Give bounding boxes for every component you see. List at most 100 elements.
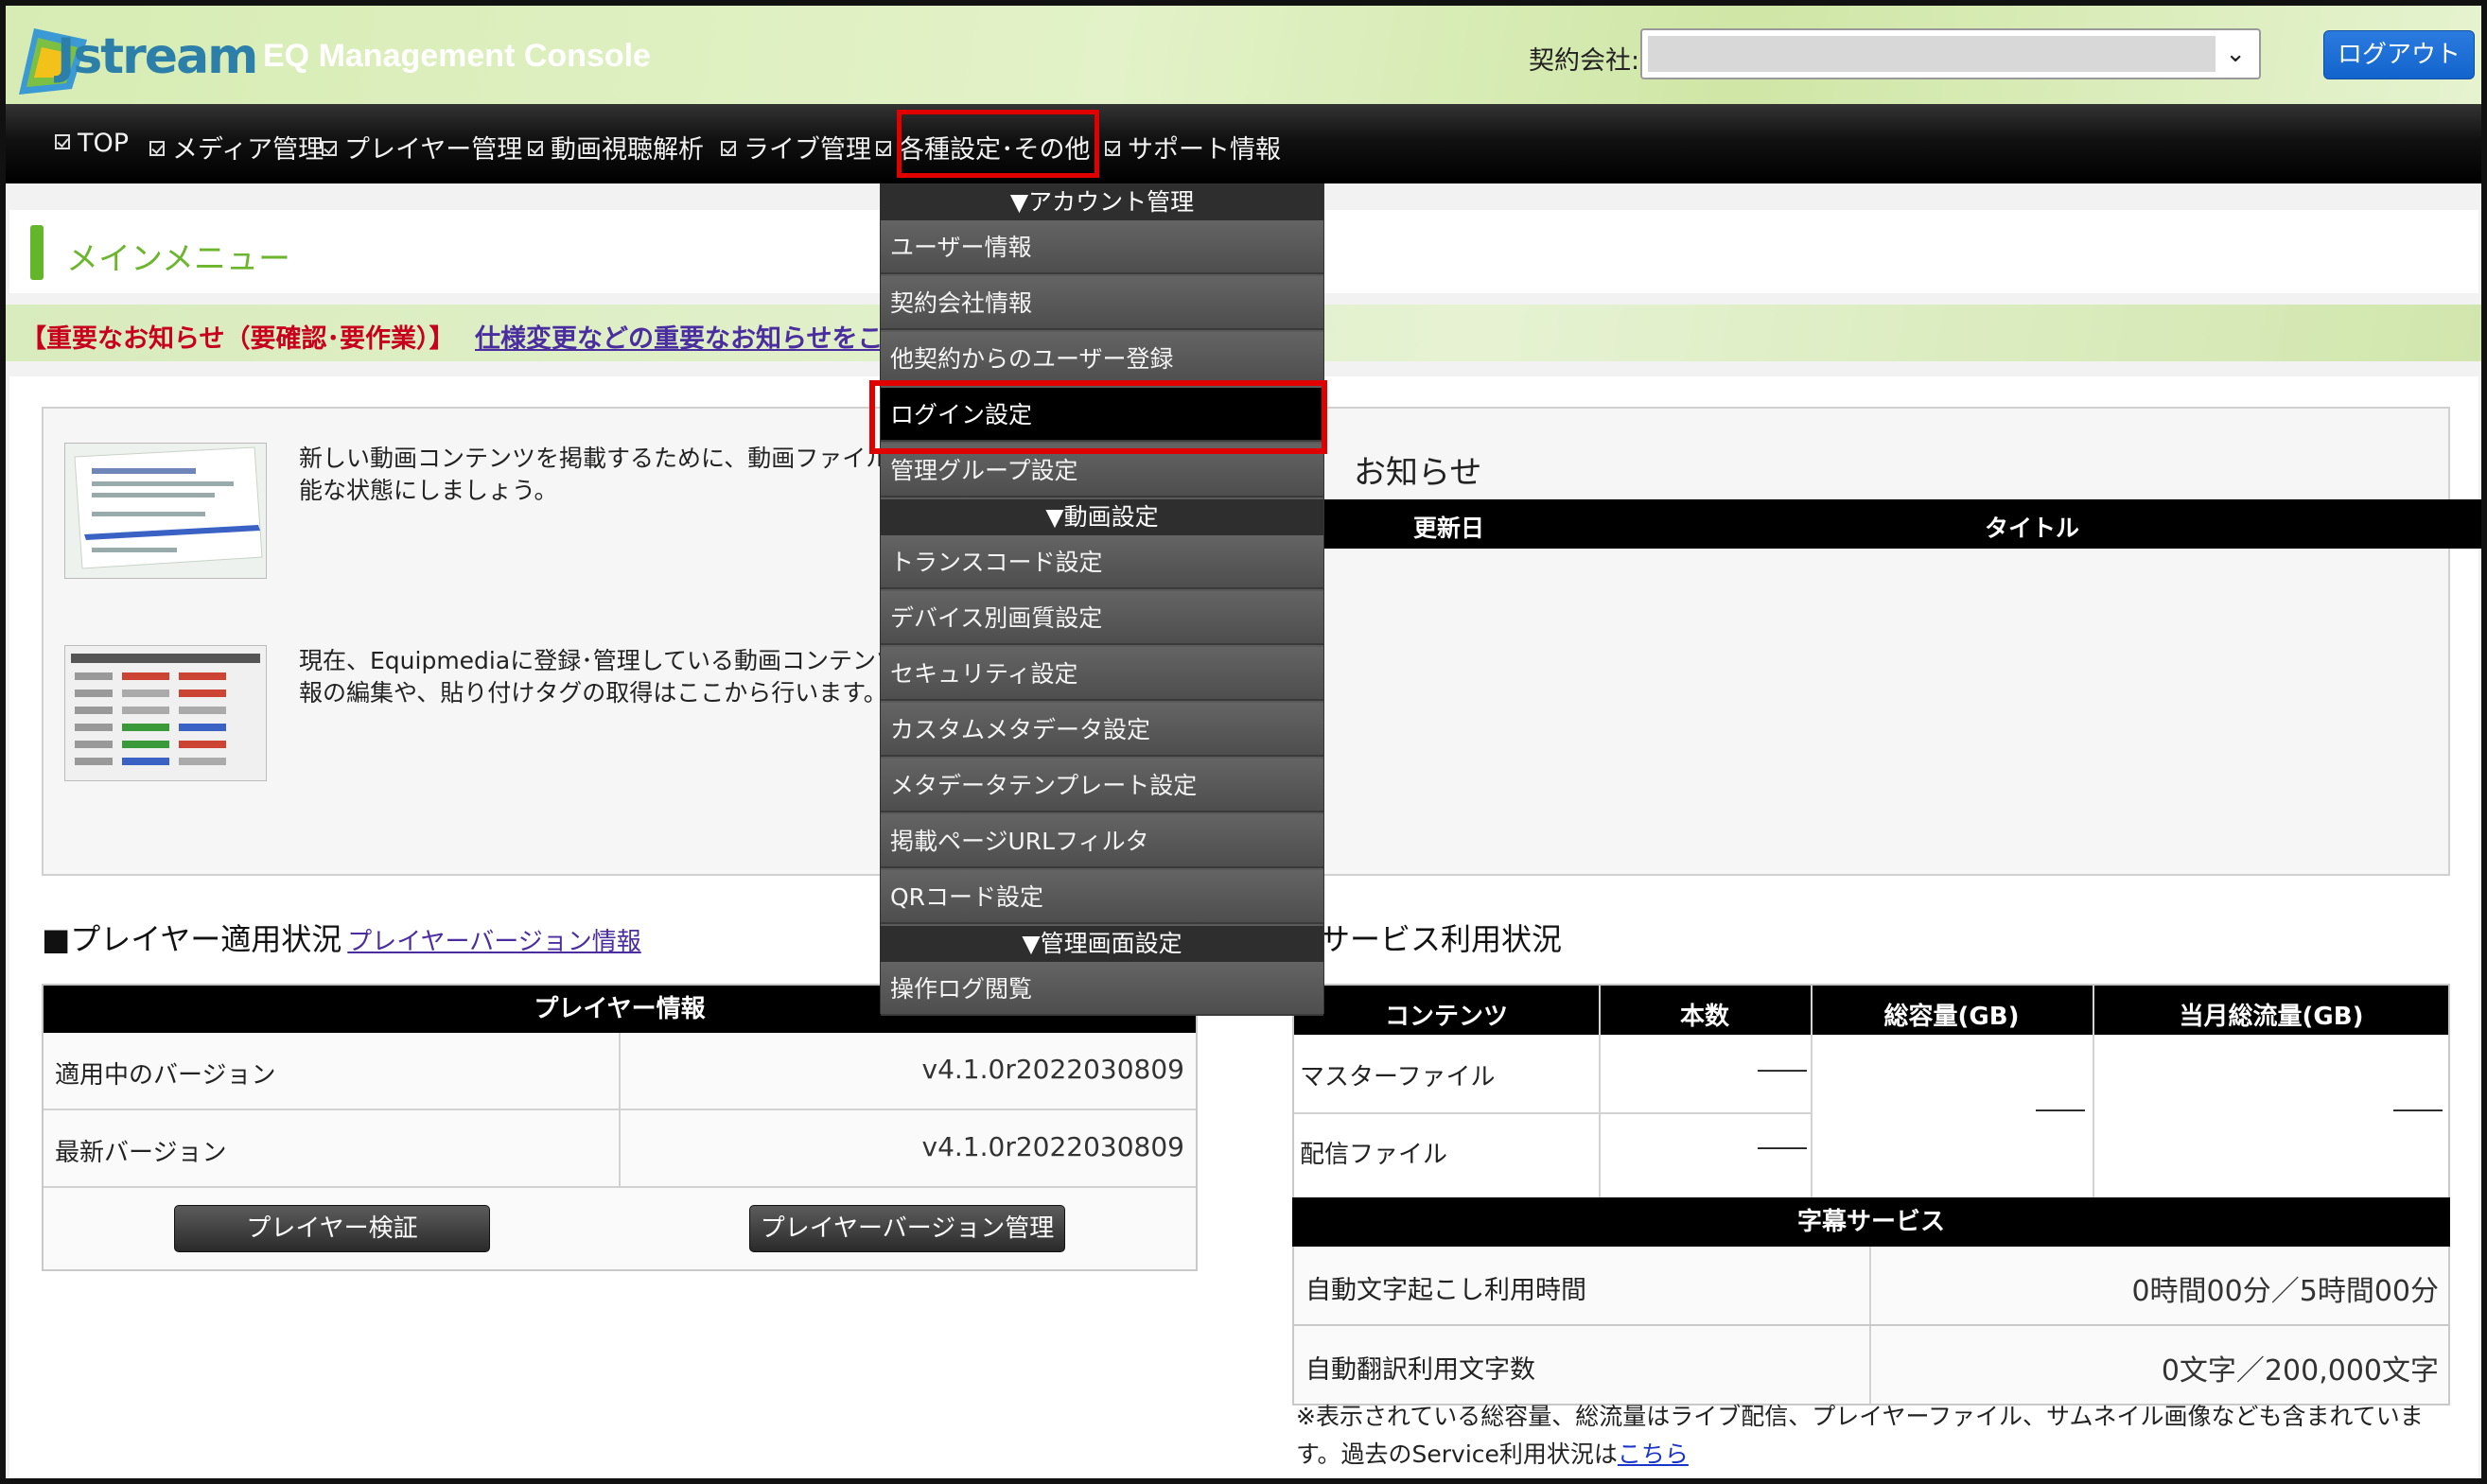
subtitle-service-header: 字幕サービス — [1292, 1197, 2450, 1247]
menu-item-external-user-registration[interactable]: 他契約からのユーザー登録 — [881, 332, 1323, 386]
nav-item-label: 各種設定･その他 — [899, 135, 1091, 165]
column-divider — [619, 1110, 621, 1186]
nav-item-analytics[interactable]: 動画視聴解析 — [528, 129, 704, 166]
menu-item-operation-log[interactable]: 操作ログ閲覧 — [881, 962, 1323, 1016]
main-nav: TOP メディア管理 プレイヤー管理 動画視聴解析 ライブ管理 各種設定･その他… — [6, 104, 2481, 183]
upload-thumbnail[interactable] — [64, 443, 267, 579]
total-capacity-value: ―― — [2036, 1095, 2085, 1124]
menu-item-device-quality-settings[interactable]: デバイス別画質設定 — [881, 591, 1323, 645]
delivery-file-label: 配信ファイル — [1300, 1141, 1448, 1169]
menu-item-metadata-template-settings[interactable]: メタデータテンプレート設定 — [881, 759, 1323, 812]
player-version-manage-button[interactable]: プレイヤーバージョン管理 — [749, 1205, 1065, 1252]
nav-item-media[interactable]: メディア管理 — [149, 129, 324, 166]
table-row: 自動翻訳利用文字数 0文字／200,000文字 — [1292, 1326, 2450, 1405]
history-link[interactable]: こちら — [1618, 1440, 1689, 1468]
table-row: 適用中のバージョン v4.1.0r2022030809 — [44, 1033, 1196, 1110]
menu-item-user-info[interactable]: ユーザー情報 — [881, 220, 1323, 274]
upload-screen-icon — [65, 444, 266, 578]
row-label: 最新バージョン — [55, 1139, 227, 1167]
manage-thumbnail[interactable] — [64, 645, 267, 781]
footnote-line2-text: す。過去のService利用状況は — [1296, 1440, 1618, 1468]
jstream-logo[interactable]: Jstream — [13, 15, 258, 100]
row-value: v4.1.0r2022030809 — [921, 1131, 1184, 1162]
checkbox-icon — [1105, 141, 1120, 156]
menu-item-security-settings[interactable]: セキュリティ設定 — [881, 647, 1323, 701]
header: Jstream EQ Management Console 契約会社: ⌄ ログ… — [6, 6, 2481, 104]
dropdown-section-video: ▼動画設定 — [881, 499, 1323, 535]
contract-label: 契約会社: — [1529, 46, 1640, 76]
monthly-traffic-value: ―― — [2393, 1095, 2443, 1124]
table-row: 自動文字起こし利用時間 0時間00分／5時間00分 — [1292, 1247, 2450, 1326]
settings-dropdown-menu: ▼アカウント管理 ユーザー情報 契約会社情報 他契約からのユーザー登録 ログイン… — [880, 183, 1324, 1016]
chevron-down-icon: ⌄ — [2225, 40, 2246, 68]
master-file-label: マスターファイル — [1300, 1063, 1496, 1091]
nav-item-label: ライブ管理 — [744, 135, 871, 165]
nav-item-label: メディア管理 — [172, 135, 324, 165]
important-notice-label: 【重要なお知らせ（要確認･要作業）】 — [21, 324, 455, 354]
checkbox-icon — [149, 141, 165, 156]
menu-item-qr-code-settings[interactable]: QRコード設定 — [881, 870, 1323, 924]
nav-item-player[interactable]: プレイヤー管理 — [322, 129, 522, 166]
news-col-date: 更新日 — [1413, 515, 1485, 542]
service-table-header: コンテンツ 本数 総容量(GB) 当月総流量(GB) — [1294, 986, 2448, 1035]
important-notice-link[interactable]: 仕様変更などの重要なお知らせをこ — [475, 318, 883, 355]
delivery-file-count: ―― — [1758, 1133, 1807, 1161]
dropdown-section-admin: ▼管理画面設定 — [881, 926, 1323, 962]
upload-description-line1: 新しい動画コンテンツを掲載するために、動画ファイルを — [299, 445, 914, 472]
service-col-count: 本数 — [1679, 1003, 1729, 1031]
service-col-traffic: 当月総流量(GB) — [2179, 1003, 2364, 1031]
service-section-title: サービス利用状況 — [1320, 921, 1563, 957]
nav-item-support[interactable]: サポート情報 — [1105, 129, 1281, 166]
contract-select-value — [1648, 36, 2216, 72]
contract-select[interactable]: ⌄ — [1640, 28, 2261, 79]
service-footnote: ※表示されている総容量、総流量はライブ配信、プレイヤーファイル、サムネイル画像な… — [1296, 1398, 2450, 1474]
service-col-contents: コンテンツ — [1384, 1003, 1508, 1031]
row-value: 0文字／200,000文字 — [2161, 1354, 2439, 1388]
upload-description-line2: 能な状態にしましょう。 — [299, 477, 558, 504]
column-divider — [1869, 1247, 1871, 1324]
menu-item-page-url-filter[interactable]: 掲載ページURLフィルタ — [881, 814, 1323, 868]
menu-item-contract-info[interactable]: 契約会社情報 — [881, 276, 1323, 330]
checkbox-icon — [322, 141, 337, 156]
player-verify-button[interactable]: プレイヤー検証 — [174, 1205, 490, 1252]
menu-item-transcode-settings[interactable]: トランスコード設定 — [881, 535, 1323, 589]
nav-item-top[interactable]: TOP — [55, 129, 129, 158]
manage-description-line2: 報の編集や、貼り付けタグの取得はここから行います。 — [299, 679, 887, 707]
checkbox-icon — [721, 141, 736, 156]
menu-item-admin-group-settings[interactable]: 管理グループ設定 — [881, 444, 1323, 498]
logout-button[interactable]: ログアウト — [2323, 30, 2475, 79]
menu-item-custom-metadata-settings[interactable]: カスタムメタデータ設定 — [881, 703, 1323, 757]
row-value: v4.1.0r2022030809 — [921, 1054, 1184, 1085]
news-col-title: タイトル — [1985, 515, 2080, 542]
content-list-icon — [65, 646, 266, 780]
player-version-link[interactable]: プレイヤーバージョン情報 — [347, 928, 640, 956]
nav-item-label: 動画視聴解析 — [551, 135, 704, 165]
upload-description: 新しい動画コンテンツを掲載するために、動画ファイルを 能な状態にしましょう。 — [299, 443, 913, 507]
nav-item-live[interactable]: ライブ管理 — [721, 129, 871, 166]
dropdown-section-account: ▼アカウント管理 — [881, 184, 1323, 220]
nav-item-label: サポート情報 — [1128, 135, 1281, 165]
row-label: 適用中のバージョン — [55, 1061, 276, 1090]
nav-item-label: TOP — [78, 129, 130, 158]
checkbox-icon — [876, 141, 891, 156]
page-title: メインメニュー — [66, 240, 290, 278]
column-divider — [1869, 1326, 1871, 1404]
player-info-table: プレイヤー情報 適用中のバージョン v4.1.0r2022030809 最新バー… — [42, 984, 1198, 1271]
service-col-capacity: 総容量(GB) — [1883, 1003, 2020, 1031]
news-title: お知らせ — [1354, 454, 1482, 492]
screenshot-frame: Jstream EQ Management Console 契約会社: ⌄ ログ… — [0, 0, 2487, 1484]
manage-description-line1: 現在、Equipmediaに登録･管理している動画コンテンツの — [299, 647, 923, 674]
row-label: 自動翻訳利用文字数 — [1305, 1355, 1535, 1385]
row-divider — [1294, 1112, 1811, 1114]
nav-item-settings[interactable]: 各種設定･その他 — [876, 129, 1091, 166]
row-value: 0時間00分／5時間00分 — [2131, 1275, 2439, 1308]
section-accent — [30, 225, 44, 280]
logo-text: Jstream — [57, 28, 258, 85]
table-row: 最新バージョン v4.1.0r2022030809 — [44, 1110, 1196, 1188]
app-title: EQ Management Console — [263, 38, 651, 74]
checkbox-icon — [528, 141, 543, 156]
news-table-header: 更新日 タイトル — [1322, 499, 2481, 549]
column-divider — [619, 1033, 621, 1109]
nav-item-label: プレイヤー管理 — [344, 135, 523, 165]
menu-item-login-settings[interactable]: ログイン設定 — [881, 388, 1323, 442]
